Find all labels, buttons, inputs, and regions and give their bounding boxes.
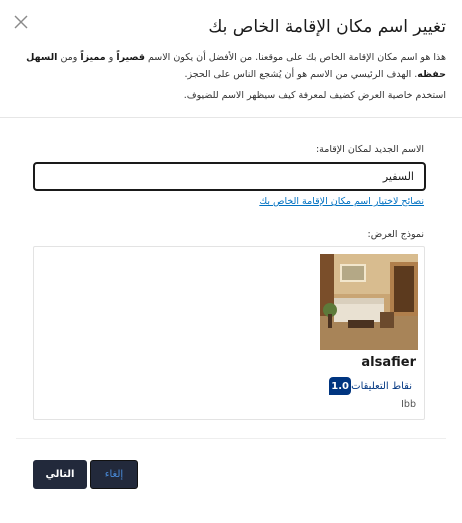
preview-label: نموذج العرض: (367, 229, 424, 240)
dialog-intro-hint: استخدم خاصية العرض كضيف لمعرفة كيف سيظهر… (183, 90, 446, 101)
dialog-intro: هذا هو اسم مكان الإقامة الخاص بك على موق… (26, 52, 446, 80)
dialog-header: تغيير اسم مكان الإقامة الخاص بك هذا هو ا… (0, 0, 462, 118)
preview-location: Ibb (401, 399, 416, 410)
preview-card: alsafier 1.0 نقاط التعليقات Ibb (33, 246, 425, 420)
property-name-input[interactable] (33, 162, 426, 191)
property-photo (320, 254, 418, 350)
footer-divider (16, 438, 446, 439)
review-score-label: نقاط التعليقات (351, 380, 412, 392)
rename-property-dialog: تغيير اسم مكان الإقامة الخاص بك هذا هو ا… (0, 0, 462, 523)
review-score-row: 1.0 نقاط التعليقات (329, 377, 416, 395)
cancel-button[interactable]: إلغاء (90, 460, 138, 489)
next-button[interactable]: التالي (33, 460, 87, 489)
review-score-badge: 1.0 (329, 377, 352, 395)
property-name-label: الاسم الجديد لمكان الإقامة: (315, 144, 424, 155)
dialog-title: تغيير اسم مكان الإقامة الخاص بك (208, 17, 446, 37)
preview-property-name: alsafier (361, 355, 416, 370)
close-icon[interactable] (12, 13, 30, 31)
naming-tips-link[interactable]: نصائح لاختيار اسم مكان الإقامة الخاص بك (259, 196, 424, 207)
